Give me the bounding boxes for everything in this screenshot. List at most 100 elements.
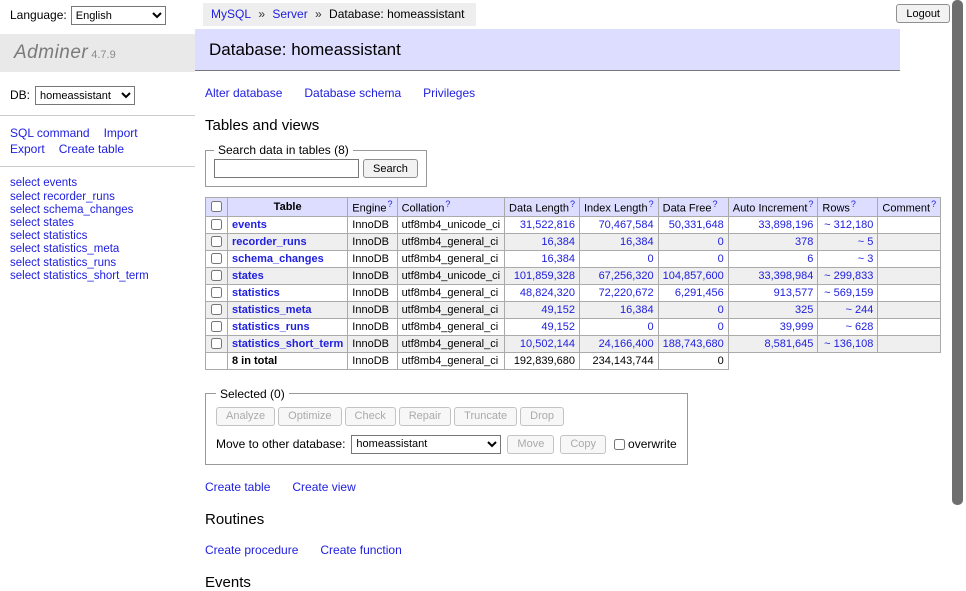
auto-increment-link[interactable]: 8,581,645 bbox=[764, 338, 813, 350]
database-action-link[interactable]: Privileges bbox=[423, 86, 475, 100]
data-free-link[interactable]: 188,743,680 bbox=[663, 338, 724, 350]
auto-increment-link[interactable]: 33,398,984 bbox=[758, 270, 813, 282]
select-all-checkbox[interactable] bbox=[211, 201, 222, 212]
table-link[interactable]: recorder_runs bbox=[43, 191, 115, 203]
data-free-link[interactable]: 50,331,648 bbox=[669, 219, 724, 231]
table-link[interactable]: statistics_meta bbox=[43, 243, 119, 255]
create-link[interactable]: Create table bbox=[205, 480, 270, 494]
database-action-link[interactable]: Database schema bbox=[304, 86, 401, 100]
row-checkbox[interactable] bbox=[211, 338, 222, 349]
drop-button[interactable]: Drop bbox=[520, 407, 564, 426]
copy-button[interactable]: Copy bbox=[560, 435, 606, 454]
database-action-link[interactable]: Alter database bbox=[205, 86, 282, 100]
table-link[interactable]: schema_changes bbox=[43, 204, 133, 216]
row-checkbox[interactable] bbox=[211, 236, 222, 247]
select-link[interactable]: select bbox=[10, 177, 40, 189]
check-button[interactable]: Check bbox=[345, 407, 396, 426]
table-link[interactable]: statistics bbox=[43, 230, 87, 242]
move-db-select[interactable]: homeassistant bbox=[351, 435, 501, 454]
row-checkbox[interactable] bbox=[211, 321, 222, 332]
rows-link[interactable]: ~ 244 bbox=[846, 304, 874, 316]
select-link[interactable]: select bbox=[10, 191, 40, 203]
rows-link[interactable]: ~ 5 bbox=[858, 236, 874, 248]
help-link[interactable]: ? bbox=[570, 199, 575, 209]
help-link[interactable]: ? bbox=[931, 199, 936, 209]
index-length-link[interactable]: 67,256,320 bbox=[599, 270, 654, 282]
help-link[interactable]: ? bbox=[808, 199, 813, 209]
help-link[interactable]: ? bbox=[851, 199, 856, 209]
data-free-link[interactable]: 0 bbox=[718, 304, 724, 316]
auto-increment-link[interactable]: 39,999 bbox=[780, 321, 814, 333]
routine-link[interactable]: Create procedure bbox=[205, 543, 298, 557]
table-name-link[interactable]: events bbox=[232, 219, 267, 231]
row-checkbox[interactable] bbox=[211, 287, 222, 298]
index-length-link[interactable]: 0 bbox=[648, 253, 654, 265]
language-select[interactable]: English bbox=[71, 6, 166, 25]
data-length-link[interactable]: 49,152 bbox=[541, 304, 575, 316]
auto-increment-link[interactable]: 378 bbox=[795, 236, 813, 248]
index-length-link[interactable]: 0 bbox=[648, 321, 654, 333]
scrollbar-thumb[interactable] bbox=[952, 0, 963, 505]
auto-increment-link[interactable]: 325 bbox=[795, 304, 813, 316]
auto-increment-link[interactable]: 33,898,196 bbox=[758, 219, 813, 231]
index-length-link[interactable]: 24,166,400 bbox=[599, 338, 654, 350]
index-length-link[interactable]: 16,384 bbox=[620, 304, 654, 316]
rows-link[interactable]: ~ 312,180 bbox=[824, 219, 873, 231]
select-link[interactable]: select bbox=[10, 270, 40, 282]
sidebar-menu-link[interactable]: Import bbox=[104, 126, 138, 140]
table-name-link[interactable]: statistics bbox=[232, 287, 280, 299]
select-link[interactable]: select bbox=[10, 243, 40, 255]
help-link[interactable]: ? bbox=[713, 199, 718, 209]
table-link[interactable]: events bbox=[43, 177, 77, 189]
table-link[interactable]: statistics_runs bbox=[43, 257, 116, 269]
data-length-link[interactable]: 48,824,320 bbox=[520, 287, 575, 299]
table-name-link[interactable]: statistics_runs bbox=[232, 321, 310, 333]
data-free-link[interactable]: 0 bbox=[718, 253, 724, 265]
select-link[interactable]: select bbox=[10, 230, 40, 242]
rows-link[interactable]: ~ 136,108 bbox=[824, 338, 873, 350]
index-length-link[interactable]: 72,220,672 bbox=[599, 287, 654, 299]
optimize-button[interactable]: Optimize bbox=[278, 407, 341, 426]
sidebar-menu-link[interactable]: Create table bbox=[59, 142, 124, 156]
table-name-link[interactable]: statistics_meta bbox=[232, 304, 312, 316]
select-link[interactable]: select bbox=[10, 257, 40, 269]
index-length-link[interactable]: 16,384 bbox=[620, 236, 654, 248]
move-button[interactable]: Move bbox=[507, 435, 554, 454]
data-length-link[interactable]: 101,859,328 bbox=[514, 270, 575, 282]
row-checkbox[interactable] bbox=[211, 270, 222, 281]
breadcrumb-link[interactable]: MySQL bbox=[211, 7, 251, 21]
index-length-link[interactable]: 70,467,584 bbox=[599, 219, 654, 231]
table-name-link[interactable]: schema_changes bbox=[232, 253, 324, 265]
repair-button[interactable]: Repair bbox=[399, 407, 451, 426]
data-free-link[interactable]: 0 bbox=[718, 236, 724, 248]
search-button[interactable]: Search bbox=[363, 159, 418, 178]
table-link[interactable]: states bbox=[43, 217, 74, 229]
select-link[interactable]: select bbox=[10, 217, 40, 229]
auto-increment-link[interactable]: 913,577 bbox=[774, 287, 814, 299]
logout-button[interactable]: Logout bbox=[896, 4, 950, 23]
table-name-link[interactable]: states bbox=[232, 270, 264, 282]
data-length-link[interactable]: 10,502,144 bbox=[520, 338, 575, 350]
analyze-button[interactable]: Analyze bbox=[216, 407, 275, 426]
routine-link[interactable]: Create function bbox=[320, 543, 401, 557]
help-link[interactable]: ? bbox=[388, 199, 393, 209]
select-link[interactable]: select bbox=[10, 204, 40, 216]
data-length-link[interactable]: 49,152 bbox=[541, 321, 575, 333]
data-length-link[interactable]: 16,384 bbox=[541, 253, 575, 265]
help-link[interactable]: ? bbox=[445, 199, 450, 209]
data-length-link[interactable]: 16,384 bbox=[541, 236, 575, 248]
search-input[interactable] bbox=[214, 159, 359, 178]
table-name-link[interactable]: statistics_short_term bbox=[232, 338, 343, 350]
truncate-button[interactable]: Truncate bbox=[454, 407, 517, 426]
breadcrumb-link[interactable]: Server bbox=[272, 7, 307, 21]
data-length-link[interactable]: 31,522,816 bbox=[520, 219, 575, 231]
sidebar-menu-link[interactable]: Export bbox=[10, 142, 45, 156]
table-name-link[interactable]: recorder_runs bbox=[232, 236, 307, 248]
rows-link[interactable]: ~ 3 bbox=[858, 253, 874, 265]
db-select[interactable]: homeassistant bbox=[35, 86, 135, 105]
table-link[interactable]: statistics_short_term bbox=[43, 270, 148, 282]
data-free-link[interactable]: 0 bbox=[718, 321, 724, 333]
overwrite-checkbox[interactable] bbox=[614, 439, 625, 450]
data-free-link[interactable]: 6,291,456 bbox=[675, 287, 724, 299]
rows-link[interactable]: ~ 628 bbox=[846, 321, 874, 333]
